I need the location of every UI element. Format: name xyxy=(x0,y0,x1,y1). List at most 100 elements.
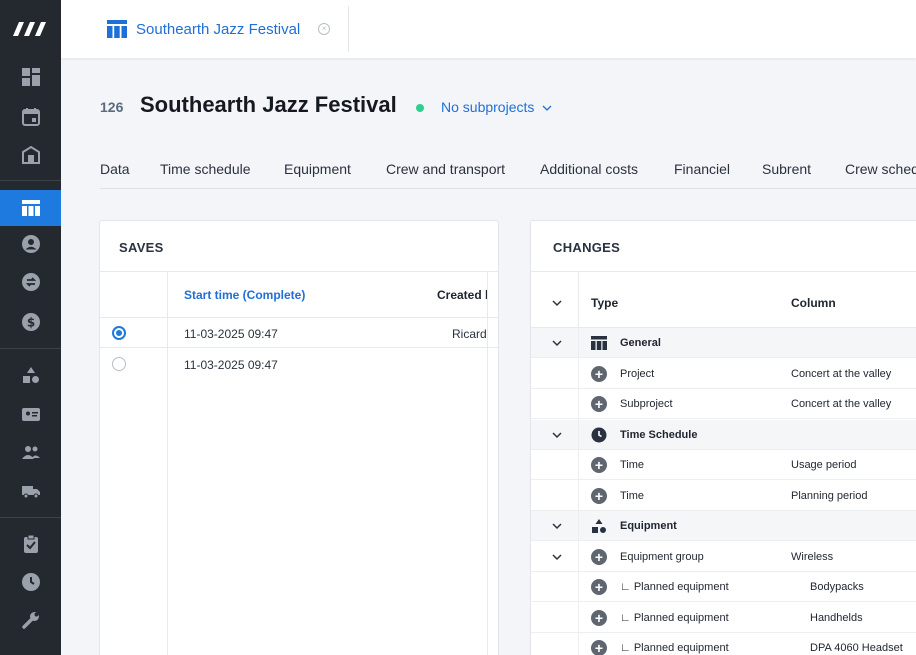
type-cell: Equipment group xyxy=(620,550,704,563)
subprojects-dropdown[interactable]: No subprojects xyxy=(441,99,552,115)
table-row[interactable]: + Time Planning period xyxy=(531,481,916,511)
type-cell: Time Schedule xyxy=(620,428,698,441)
start-time-cell: 11-03-2025 09:47 xyxy=(184,327,278,341)
plus-circle-icon: + xyxy=(591,365,607,382)
type-cell: Project xyxy=(620,367,655,380)
column-cell: Handhelds xyxy=(810,611,863,624)
page-title: Southearth Jazz Festival xyxy=(140,92,397,117)
column-cell: Bodypacks xyxy=(810,581,864,593)
column-divider xyxy=(578,328,579,655)
type-cell: ∟ Planned equipment xyxy=(620,611,729,624)
dollar-icon[interactable]: $ xyxy=(0,304,61,340)
table-icon xyxy=(591,336,607,350)
column-header-start-time[interactable]: Start time (Complete) xyxy=(184,288,305,302)
subprojects-label: No subprojects xyxy=(441,99,535,115)
tab-data[interactable]: Data xyxy=(100,161,130,177)
shapes-icon xyxy=(592,519,606,533)
type-cell: Time xyxy=(620,489,645,502)
column-cell: DPA 4060 Headset xyxy=(810,642,903,654)
shapes-icon[interactable] xyxy=(0,357,61,393)
tab-divider xyxy=(348,6,349,52)
clipboard-check-icon[interactable] xyxy=(0,526,61,562)
table-row[interactable]: + ∟ Planned equipment DPA 4060 Headset xyxy=(531,633,916,655)
logo-icon xyxy=(12,22,46,36)
chevron-down-icon xyxy=(542,105,552,111)
chevron-down-icon[interactable] xyxy=(551,298,563,308)
tab-crew-schedule[interactable]: Crew schedule xyxy=(845,161,916,177)
column-cell: Planning period xyxy=(791,489,868,502)
type-cell: ∟ Planned equipment xyxy=(620,581,729,593)
group-row[interactable]: Equipment xyxy=(531,511,916,541)
type-cell: General xyxy=(620,337,661,349)
plus-circle-icon: + xyxy=(591,640,607,655)
chevron-down-icon[interactable] xyxy=(551,521,563,531)
users-icon[interactable] xyxy=(0,434,61,470)
column-cell: Usage period xyxy=(791,459,857,471)
clock-icon xyxy=(591,427,607,442)
id-card-icon[interactable] xyxy=(0,396,61,432)
type-cell: Equipment xyxy=(620,520,677,532)
exchange-icon[interactable] xyxy=(0,264,61,300)
table-row[interactable]: + Project Concert at the valley xyxy=(531,359,916,389)
table-row[interactable]: + Equipment group Wireless xyxy=(531,542,916,572)
project-number: 126 xyxy=(100,99,124,115)
plus-circle-icon: + xyxy=(591,548,607,565)
document-icon[interactable] xyxy=(0,640,61,655)
created-by-cell: Ricardo xyxy=(452,327,487,341)
column-cell: Wireless xyxy=(791,550,834,563)
section-tabs: Data Time schedule Equipment Crew and tr… xyxy=(100,161,916,189)
column-header-created-by[interactable]: Created by xyxy=(437,288,487,302)
table-row[interactable]: + ∟ Planned equipment Bodypacks xyxy=(531,572,916,602)
table-icon xyxy=(107,20,127,38)
chevron-down-icon[interactable] xyxy=(551,552,563,562)
row-radio[interactable] xyxy=(112,357,126,371)
column-cell: Concert at the valley xyxy=(791,367,892,380)
group-row[interactable]: General xyxy=(531,328,916,358)
tab-label: Southearth Jazz Festival xyxy=(136,20,301,38)
type-cell: Subproject xyxy=(620,398,673,410)
close-icon[interactable]: × xyxy=(318,23,331,35)
app-logo[interactable] xyxy=(0,0,61,58)
row-radio[interactable] xyxy=(112,326,126,340)
column-header-type[interactable]: Type xyxy=(591,296,618,310)
clock-icon[interactable] xyxy=(0,564,61,600)
start-time-cell: 11-03-2025 09:47 xyxy=(184,358,278,372)
tab-time-schedule[interactable]: Time schedule xyxy=(160,161,251,177)
top-bar: Southearth Jazz Festival × xyxy=(61,0,916,58)
table-row[interactable]: + ∟ Planned equipment Handhelds xyxy=(531,603,916,633)
plus-circle-icon: + xyxy=(591,609,607,626)
type-cell: ∟ Planned equipment xyxy=(620,642,729,654)
plus-circle-icon: + xyxy=(591,457,607,473)
contact-icon[interactable] xyxy=(0,226,61,262)
saves-panel: SAVES Start time (Complete) Created by 1… xyxy=(99,220,499,655)
chevron-down-icon[interactable] xyxy=(551,430,563,440)
table-row[interactable]: + Subproject Concert at the valley xyxy=(531,389,916,419)
chevron-down-icon[interactable] xyxy=(551,338,563,348)
project-tab[interactable]: Southearth Jazz Festival × xyxy=(107,18,331,40)
tab-financiel[interactable]: Financiel xyxy=(674,161,730,177)
plus-circle-icon: + xyxy=(591,487,607,504)
svg-text:$: $ xyxy=(26,316,34,330)
changes-title: CHANGES xyxy=(553,240,621,255)
tab-additional-costs[interactable]: Additional costs xyxy=(540,161,638,177)
column-cell: Concert at the valley xyxy=(791,398,892,410)
tab-subrent[interactable]: Subrent xyxy=(762,161,811,177)
tab-equipment[interactable]: Equipment xyxy=(284,161,351,177)
column-header-column[interactable]: Column xyxy=(791,296,836,310)
type-cell: Time xyxy=(620,459,645,471)
projects-table-icon[interactable] xyxy=(0,190,61,226)
plus-circle-icon: + xyxy=(591,579,607,595)
table-row[interactable]: + Time Usage period xyxy=(531,450,916,480)
calendar-icon[interactable] xyxy=(0,99,61,135)
sidebar: $ xyxy=(0,0,61,655)
changes-panel: CHANGES Type Column General + Project Conce… xyxy=(530,220,916,655)
saves-title: SAVES xyxy=(119,240,164,255)
group-row[interactable]: Time Schedule xyxy=(531,419,916,450)
truck-icon[interactable] xyxy=(0,473,61,509)
wrench-icon[interactable] xyxy=(0,602,61,638)
tab-crew-and-transport[interactable]: Crew and transport xyxy=(386,161,505,177)
dashboard-icon[interactable] xyxy=(0,59,61,95)
status-dot xyxy=(416,104,424,112)
warehouse-icon[interactable] xyxy=(0,137,61,173)
plus-circle-icon: + xyxy=(591,396,607,412)
